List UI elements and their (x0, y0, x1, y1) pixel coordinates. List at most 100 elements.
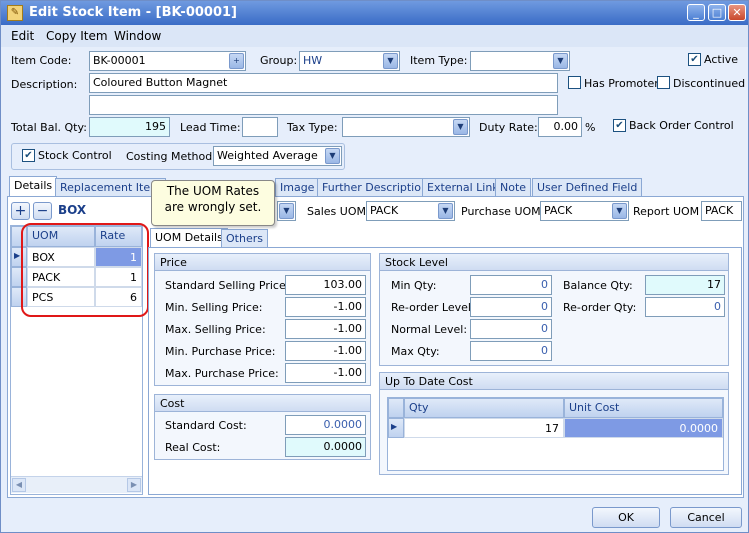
menu-edit[interactable]: Edit (11, 29, 34, 43)
add-uom-button[interactable]: + (11, 202, 30, 220)
costing-method-select[interactable]: Weighted Average ▼ (213, 146, 342, 166)
minimize-button[interactable]: _ (687, 4, 705, 21)
purchase-uom-label: Purchase UOM (461, 205, 541, 218)
balance-qty-field: 17 (645, 275, 725, 295)
group-select[interactable]: HW ▼ (299, 51, 400, 71)
discontinued-checkbox[interactable] (657, 76, 670, 89)
title-bar: ✎ Edit Stock Item - [BK-00001] _ □ ✕ (1, 1, 748, 25)
remove-uom-button[interactable]: − (33, 202, 52, 220)
scroll-right-icon[interactable]: ▶ (127, 478, 141, 492)
real-cost-label: Real Cost: (165, 441, 221, 454)
report-uom-select[interactable]: PACK (701, 201, 742, 221)
tab-details[interactable]: Details (9, 176, 58, 196)
min-selling-label: Min. Selling Price: (165, 301, 263, 314)
total-bal-qty-label: Total Bal. Qty: (11, 121, 87, 134)
group-value: HW (303, 54, 323, 67)
duty-rate-input[interactable]: 0.00 (538, 117, 582, 137)
real-cost-field: 0.0000 (285, 437, 366, 457)
menu-copy-item[interactable]: Copy Item (46, 29, 108, 43)
normal-level-input[interactable]: 0 (470, 319, 552, 339)
max-qty-label: Max Qty: (391, 345, 440, 358)
tab-image[interactable]: Image (275, 178, 320, 196)
sales-uom-value: PACK (370, 204, 399, 217)
reorder-level-input[interactable]: 0 (470, 297, 552, 317)
ok-button[interactable]: OK (592, 507, 660, 528)
min-qty-input[interactable]: 0 (470, 275, 552, 295)
min-qty-label: Min Qty: (391, 279, 437, 292)
costing-method-label: Costing Method: (126, 150, 216, 163)
min-purchase-label: Min. Purchase Price: (165, 345, 276, 358)
tab-uom-details[interactable]: UOM Details (150, 228, 228, 247)
balance-qty-label: Balance Qty: (563, 279, 633, 292)
min-purchase-input[interactable]: -1.00 (285, 341, 366, 361)
max-selling-input[interactable]: -1.00 (285, 319, 366, 339)
tab-further-description[interactable]: Further Description (317, 178, 433, 196)
chevron-down-icon[interactable]: ▼ (612, 203, 627, 219)
chevron-down-icon[interactable]: ▼ (279, 203, 294, 219)
annotation-callout: The UOM Rates are wrongly set. (151, 180, 275, 226)
standard-cost-label: Standard Cost: (165, 419, 247, 432)
unit-cost-col-header[interactable]: Unit Cost (564, 398, 723, 418)
reorder-qty-input[interactable]: 0 (645, 297, 725, 317)
stock-level-title: Stock Level (380, 254, 728, 271)
tab-note[interactable]: Note (495, 178, 532, 196)
app-icon: ✎ (7, 5, 23, 21)
base-uom-label: BOX (58, 203, 87, 217)
purchase-uom-value: PACK (544, 204, 573, 217)
duty-rate-unit: % (585, 121, 596, 134)
sales-uom-select[interactable]: PACK ▼ (366, 201, 455, 221)
discontinued-label: Discontinued (673, 77, 746, 90)
tax-type-select[interactable]: ▼ (342, 117, 470, 137)
item-code-value: BK-00001 (93, 54, 146, 67)
price-title: Price (155, 254, 370, 271)
back-order-checkbox[interactable]: ✔ (613, 119, 626, 132)
item-type-select[interactable]: ▼ (470, 51, 570, 71)
scroll-left-icon[interactable]: ◀ (12, 478, 26, 492)
tab-others[interactable]: Others (221, 229, 268, 247)
item-code-input[interactable]: BK-00001 + (89, 51, 246, 71)
chevron-down-icon[interactable]: ▼ (553, 53, 568, 69)
cancel-button[interactable]: Cancel (670, 507, 742, 528)
table-row[interactable]: 17 (404, 418, 564, 438)
has-promoter-label: Has Promoter (584, 77, 659, 90)
maximize-button[interactable]: □ (708, 4, 726, 21)
chevron-down-icon[interactable]: ▼ (325, 148, 340, 164)
tab-external-link[interactable]: External Link (422, 178, 504, 196)
tab-user-defined-field[interactable]: User Defined Field (532, 178, 643, 196)
standard-selling-label: Standard Selling Price: (165, 279, 290, 292)
tab-replacement-item[interactable]: Replacement Item (55, 178, 166, 196)
close-button[interactable]: ✕ (728, 4, 746, 21)
description-2-input[interactable] (89, 95, 558, 115)
up-to-date-cost-title: Up To Date Cost (380, 373, 728, 390)
max-selling-label: Max. Selling Price: (165, 323, 266, 336)
reorder-qty-label: Re-order Qty: (563, 301, 637, 314)
chevron-down-icon[interactable]: ▼ (438, 203, 453, 219)
active-label: Active (704, 53, 739, 66)
standard-cost-input[interactable]: 0.0000 (285, 415, 366, 435)
description-input[interactable]: Coloured Button Magnet (89, 73, 558, 93)
table-row[interactable]: 0.0000 (564, 418, 723, 438)
horizontal-scrollbar[interactable]: ◀ ▶ (11, 476, 142, 493)
item-type-label: Item Type: (410, 54, 468, 67)
menu-bar: Edit Copy Item Window (1, 25, 748, 47)
back-order-label: Back Order Control (629, 119, 734, 132)
grid-corner (388, 398, 404, 418)
uom-dropdown[interactable]: ▼ (277, 201, 296, 221)
chevron-down-icon[interactable]: ▼ (453, 119, 468, 135)
max-purchase-input[interactable]: -1.00 (285, 363, 366, 383)
standard-selling-input[interactable]: 103.00 (285, 275, 366, 295)
qty-col-header[interactable]: Qty (404, 398, 564, 418)
lead-time-input[interactable] (242, 117, 278, 137)
active-checkbox[interactable]: ✔ (688, 53, 701, 66)
stock-control-checkbox[interactable]: ✔ (22, 149, 35, 162)
menu-window[interactable]: Window (114, 29, 161, 43)
window-title: Edit Stock Item - [BK-00001] (29, 5, 237, 20)
description-label: Description: (11, 78, 78, 91)
chevron-down-icon[interactable]: ▼ (383, 53, 398, 69)
min-selling-input[interactable]: -1.00 (285, 297, 366, 317)
item-code-lookup-button[interactable]: + (229, 53, 244, 69)
max-qty-input[interactable]: 0 (470, 341, 552, 361)
purchase-uom-select[interactable]: PACK ▼ (540, 201, 629, 221)
has-promoter-checkbox[interactable] (568, 76, 581, 89)
total-bal-qty-field: 195 (89, 117, 170, 137)
